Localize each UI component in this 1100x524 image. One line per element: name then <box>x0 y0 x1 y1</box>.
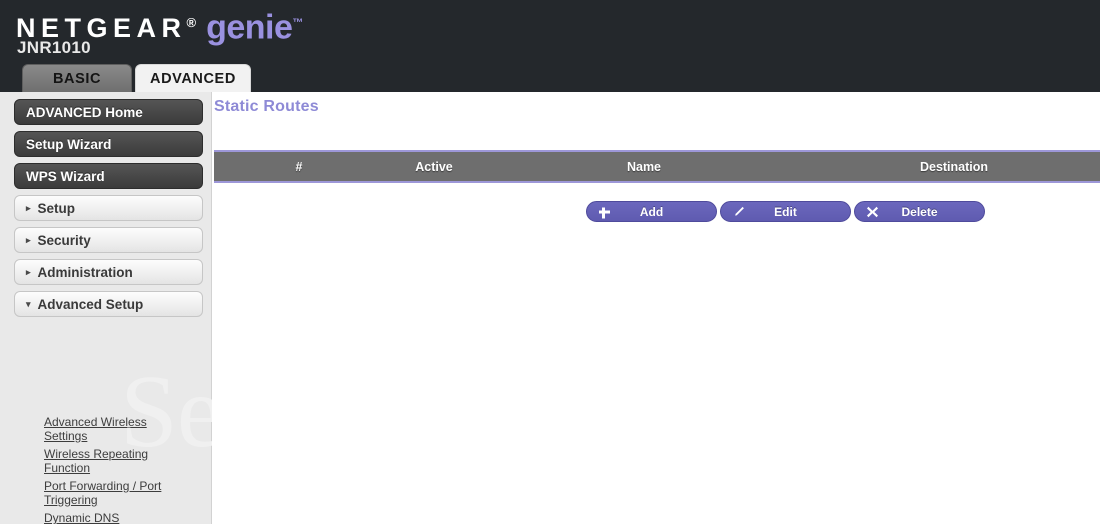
sidebar-primary-buttons: ADVANCED Home Setup Wizard WPS Wizard ▸ … <box>0 92 211 317</box>
sidebar-item-label: Advanced Setup <box>37 296 144 312</box>
sidebar-submenu: Advanced Wireless Settings Wireless Repe… <box>0 323 211 524</box>
sidebar-item-label: Administration <box>37 264 133 280</box>
router-model-label: JNR1010 <box>17 38 91 57</box>
column-header-name: Name <box>626 159 662 174</box>
edit-button-label: Edit <box>774 204 797 219</box>
delete-button[interactable]: Delete <box>854 201 985 222</box>
chevron-down-icon: ▾ <box>26 298 31 309</box>
brand-genie-text: genie™ <box>206 8 303 47</box>
app-header: NETGEAR® genie™ JNR1010 BASIC ADVANCED <box>0 0 1100 92</box>
chevron-right-icon: ▸ <box>26 266 31 277</box>
add-button[interactable]: Add <box>586 201 717 222</box>
delete-button-label: Delete <box>901 204 938 219</box>
sidebar-item-label: ADVANCED Home <box>26 104 143 120</box>
sidebar-item-setup[interactable]: ▸ Setup <box>14 195 203 221</box>
sidebar-item-label: Setup Wizard <box>26 136 112 152</box>
sidebar-item-advanced-setup[interactable]: ▾ Advanced Setup <box>14 291 203 317</box>
table-action-buttons: Add Edit Delete <box>586 201 988 222</box>
page-title: Static Routes <box>214 98 319 115</box>
sidebar-item-label: WPS Wizard <box>26 168 105 184</box>
sidebar-item-label: Setup <box>37 200 76 216</box>
routes-table-header: # Active Name Destination <box>214 152 1100 181</box>
sidebar-item-dynamic-dns[interactable]: Dynamic DNS <box>0 508 180 524</box>
registered-mark-icon: ® <box>186 15 197 30</box>
column-header-number: # <box>295 159 303 174</box>
trademark-mark-icon: ™ <box>292 17 303 29</box>
sidebar-nav: ADVANCED Home Setup Wizard WPS Wizard ▸ … <box>0 92 212 524</box>
chevron-right-icon: ▸ <box>26 202 31 213</box>
main-content: Static Routes # Active Name Destination … <box>212 92 1100 524</box>
divider-bottom <box>214 181 1100 183</box>
tab-advanced[interactable]: ADVANCED <box>135 64 251 92</box>
pencil-icon <box>732 205 745 218</box>
plus-icon <box>598 205 611 218</box>
close-icon <box>866 205 879 218</box>
sidebar-item-advanced-home[interactable]: ADVANCED Home <box>14 99 203 125</box>
column-header-active: Active <box>415 159 453 174</box>
sidebar-item-port-forwarding-triggering[interactable]: Port Forwarding / Port Triggering <box>0 476 184 510</box>
sidebar-item-label: Security <box>37 232 91 248</box>
tab-basic[interactable]: BASIC <box>22 64 132 92</box>
router-admin-page: NETGEAR® genie™ JNR1010 BASIC ADVANCED A… <box>0 0 1100 524</box>
sidebar-item-wireless-repeating-function[interactable]: Wireless Repeating Function <box>0 444 180 478</box>
sidebar-item-administration[interactable]: ▸ Administration <box>14 259 203 285</box>
sidebar-item-wps-wizard[interactable]: WPS Wizard <box>14 163 203 189</box>
sidebar-item-advanced-wireless-settings[interactable]: Advanced Wireless Settings <box>0 412 180 446</box>
add-button-label: Add <box>639 204 664 219</box>
sidebar-item-setup-wizard[interactable]: Setup Wizard <box>14 131 203 157</box>
main-tabs: BASIC ADVANCED <box>22 64 251 92</box>
edit-button[interactable]: Edit <box>720 201 851 222</box>
chevron-right-icon: ▸ <box>26 234 31 245</box>
sidebar-item-security[interactable]: ▸ Security <box>14 227 203 253</box>
column-header-destination: Destination <box>919 159 989 174</box>
